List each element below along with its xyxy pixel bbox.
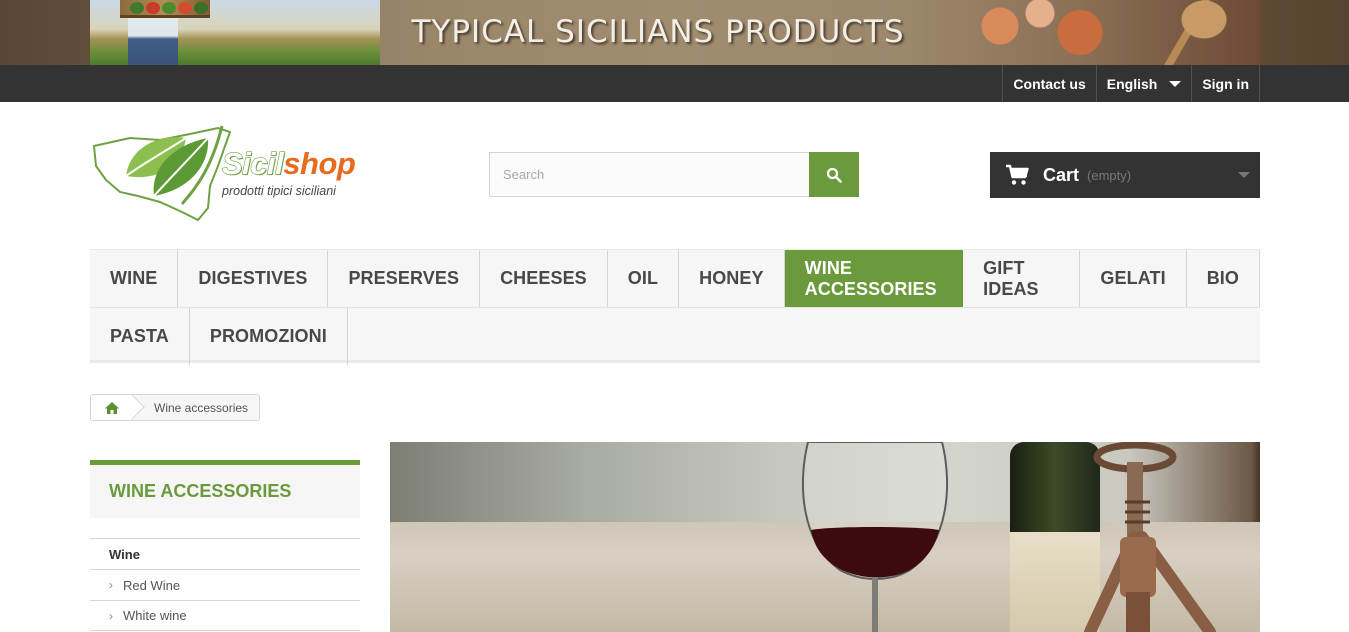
top-nav-bar: Contact us English Sign in [0, 65, 1349, 102]
site-logo[interactable]: Sicilshop prodotti tipici siciliani [90, 116, 372, 222]
logo-brand-left: Sicil [221, 145, 284, 181]
menu-item-oil[interactable]: OIL [608, 250, 680, 307]
top-nav-items: Contact us English Sign in [1002, 65, 1260, 102]
breadcrumb-home-link[interactable] [91, 394, 145, 420]
banner-jars-image [940, 0, 1140, 65]
sidebar-item-label: White wine [123, 608, 187, 623]
logo-wordmark: Sicilshop [221, 145, 356, 182]
search-icon [826, 167, 842, 183]
menu-item-gelati[interactable]: GELATI [1080, 250, 1187, 307]
chevron-down-icon [1238, 172, 1250, 178]
menu-item-cheeses[interactable]: CHEESES [480, 250, 608, 307]
search-button[interactable] [809, 152, 859, 197]
logo-tagline: prodotti tipici siciliani [222, 184, 336, 198]
language-selector[interactable]: English [1095, 65, 1192, 102]
logo-brand-right: shop [283, 146, 356, 181]
menu-item-digestives[interactable]: DIGESTIVES [178, 250, 329, 307]
chevron-down-icon [1169, 80, 1182, 87]
sidebar-category-list: Wine › Red Wine › White wine [90, 538, 360, 631]
category-banner-image [390, 442, 1260, 632]
sidebar-item-label: Red Wine [123, 577, 181, 593]
breadcrumb: Wine accessories [90, 394, 261, 421]
cart-icon [1006, 164, 1029, 185]
home-icon [104, 401, 119, 414]
header-banner[interactable]: TYPICAL SICILIANS PRODUCTS [90, 0, 1260, 65]
sidebar-item-white-wine[interactable]: › White wine [90, 600, 360, 631]
cart-status: (empty) [1087, 167, 1132, 183]
sign-in-link[interactable]: Sign in [1191, 65, 1260, 102]
sidebar-category-title[interactable]: WINE ACCESSORIES [90, 460, 360, 518]
language-label: English [1106, 75, 1158, 92]
cart-title: Cart [1043, 164, 1080, 185]
breadcrumb-current: Wine accessories [154, 400, 249, 415]
search-bar [489, 152, 859, 197]
menu-item-gift-ideas[interactable]: GIFT IDEAS [963, 250, 1081, 307]
search-input[interactable] [489, 152, 809, 197]
hero-glass-corkscrew-illustration [801, 442, 1216, 632]
banner-title: TYPICAL SICILIANS PRODUCTS [411, 14, 905, 50]
cart-button[interactable]: Cart (empty) [990, 152, 1260, 198]
menu-item-bio[interactable]: BIO [1187, 250, 1260, 307]
sidebar-item-label: Wine [109, 546, 140, 562]
menu-row-1: WINE DIGESTIVES PRESERVES CHEESES OIL HO… [90, 250, 1260, 308]
menu-row-2: PASTA PROMOZIONI [90, 308, 1260, 365]
chevron-right-icon: › [109, 608, 113, 623]
menu-item-promozioni[interactable]: PROMOZIONI [190, 308, 348, 365]
sign-in-label: Sign in [1202, 75, 1249, 92]
chevron-right-icon: › [109, 578, 113, 592]
sidebar-item-red-wine[interactable]: › Red Wine [90, 569, 360, 600]
banner-crate-image [120, 0, 210, 18]
contact-us-link[interactable]: Contact us [1002, 65, 1095, 102]
menu-item-honey[interactable]: HONEY [679, 250, 785, 307]
main-menu: WINE DIGESTIVES PRESERVES CHEESES OIL HO… [90, 249, 1260, 365]
sidebar-item-wine[interactable]: Wine [90, 538, 360, 569]
menu-item-wine[interactable]: WINE [90, 250, 179, 307]
menu-item-pasta[interactable]: PASTA [90, 308, 190, 365]
menu-item-preserves[interactable]: PRESERVES [328, 250, 481, 307]
menu-item-wine-accessories[interactable]: WINE ACCESSORIES [784, 250, 964, 307]
banner-spoon-image [1150, 0, 1240, 65]
contact-us-label: Contact us [1013, 75, 1086, 92]
